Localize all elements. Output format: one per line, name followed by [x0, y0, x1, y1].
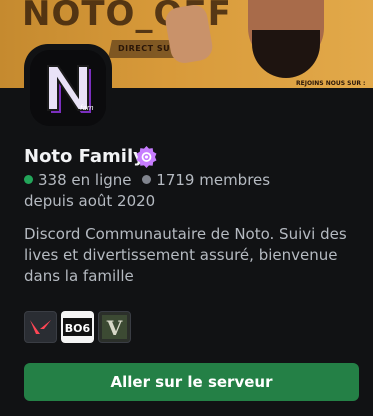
gta5-icon[interactable]: V	[98, 311, 131, 343]
online-count: 338 en ligne	[38, 171, 132, 189]
server-description: Discord Communautaire de Noto. Suivi des…	[24, 225, 347, 285]
game-activity-list: BO6 V	[24, 311, 131, 343]
bo6-icon[interactable]: BO6	[61, 311, 94, 343]
server-name: Noto Family	[24, 146, 145, 167]
server-avatar[interactable]: fam	[24, 44, 112, 132]
server-invite-card: NOTO_OFF DIRECT SUR REJOINS NOUS SUR : f…	[0, 0, 373, 416]
banner-join-text: REJOINS NOUS SUR :	[296, 80, 366, 87]
svg-text:V: V	[106, 316, 123, 340]
streamer-beard-image	[252, 30, 320, 78]
server-logo: fam	[30, 50, 106, 126]
banner-subtitle: DIRECT SUR	[118, 44, 177, 53]
go-to-server-button[interactable]: Aller sur le serveur	[24, 363, 359, 401]
svg-text:BO6: BO6	[65, 322, 91, 335]
community-badge-icon	[136, 145, 157, 168]
member-count: 1719 membres	[156, 171, 271, 189]
noto-logo-icon: fam	[30, 50, 106, 126]
valorant-icon[interactable]	[24, 311, 57, 343]
members-dot-icon	[142, 175, 152, 184]
server-stats: 338 en ligne 1719 membres	[24, 171, 270, 189]
svg-text:fam: fam	[80, 104, 94, 112]
server-since: depuis août 2020	[24, 192, 156, 210]
online-dot-icon	[24, 175, 33, 184]
